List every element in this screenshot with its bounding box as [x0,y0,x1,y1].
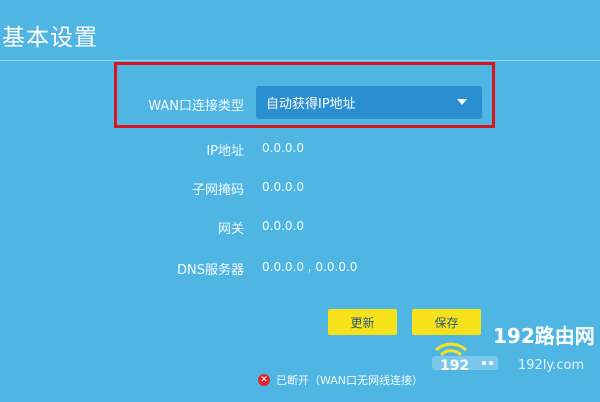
ip-address-label: IP地址 [206,144,244,159]
subnet-mask-value: 0.0.0.0 [262,180,304,194]
watermark-badge: 192 [440,358,470,374]
title-divider [0,60,600,61]
wan-type-label: WAN口连接类型 [148,99,244,114]
gateway-label: 网关 [217,222,244,237]
connection-status: ✕ 已断开（WAN口无网线连接） [258,372,423,388]
connection-status-text: 已断开（WAN口无网线连接） [276,374,424,387]
dns-server-label: DNS服务器 [177,263,244,278]
refresh-button[interactable]: 更新 [328,309,397,335]
watermark-domain: 192ly.com [518,358,585,373]
dns-server-value: 0.0.0.0 , 0.0.0.0 [262,260,358,274]
close-icon: ✕ [258,374,270,386]
wan-type-select[interactable]: 自动获得IP地址 [256,86,482,119]
gateway-value: 0.0.0.0 [262,219,304,233]
save-button[interactable]: 保存 [412,309,481,335]
watermark-brand: 192路由网 [493,324,595,348]
page-title: 基本设置 [2,25,98,51]
ip-address-value: 0.0.0.0 [262,141,304,155]
subnet-mask-label: 子网掩码 [191,183,244,198]
chevron-down-icon [457,99,467,105]
wan-type-selected-value: 自动获得IP地址 [266,97,356,112]
